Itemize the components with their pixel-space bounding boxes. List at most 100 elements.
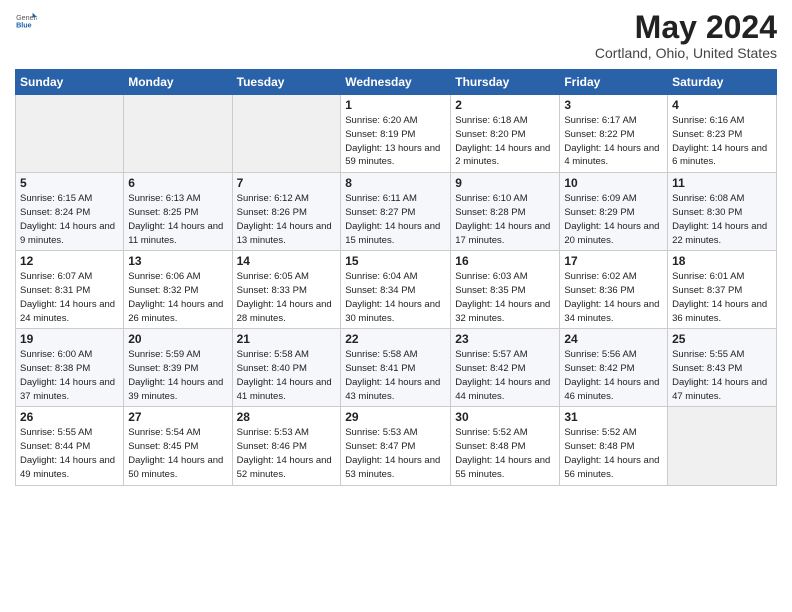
day-number: 18	[672, 254, 772, 268]
day-number: 2	[455, 98, 555, 112]
day-number: 29	[345, 410, 446, 424]
day-number: 27	[128, 410, 227, 424]
day-info: Sunrise: 5:52 AM Sunset: 8:48 PM Dayligh…	[455, 426, 555, 481]
location: Cortland, Ohio, United States	[595, 45, 777, 61]
day-info: Sunrise: 6:05 AM Sunset: 8:33 PM Dayligh…	[237, 270, 337, 325]
day-number: 1	[345, 98, 446, 112]
day-info: Sunrise: 6:15 AM Sunset: 8:24 PM Dayligh…	[20, 192, 119, 247]
calendar-cell: 25 Sunrise: 5:55 AM Sunset: 8:43 PM Dayli…	[668, 329, 777, 407]
day-info: Sunrise: 5:56 AM Sunset: 8:42 PM Dayligh…	[564, 348, 663, 403]
day-number: 24	[564, 332, 663, 346]
calendar-cell	[668, 407, 777, 485]
day-info: Sunrise: 6:09 AM Sunset: 8:29 PM Dayligh…	[564, 192, 663, 247]
calendar-week-4: 19 Sunrise: 6:00 AM Sunset: 8:38 PM Dayli…	[16, 329, 777, 407]
day-number: 26	[20, 410, 119, 424]
calendar-cell: 19 Sunrise: 6:00 AM Sunset: 8:38 PM Dayli…	[16, 329, 124, 407]
day-info: Sunrise: 6:16 AM Sunset: 8:23 PM Dayligh…	[672, 114, 772, 169]
day-number: 21	[237, 332, 337, 346]
day-info: Sunrise: 6:20 AM Sunset: 8:19 PM Dayligh…	[345, 114, 446, 169]
day-info: Sunrise: 5:58 AM Sunset: 8:40 PM Dayligh…	[237, 348, 337, 403]
calendar-header-monday: Monday	[124, 70, 232, 95]
day-info: Sunrise: 5:55 AM Sunset: 8:44 PM Dayligh…	[20, 426, 119, 481]
calendar-cell: 9Sunrise: 6:10 AM Sunset: 8:28 PM Daylig…	[451, 173, 560, 251]
day-number: 17	[564, 254, 663, 268]
calendar-cell	[16, 95, 124, 173]
calendar-week-2: 5 Sunrise: 6:15 AM Sunset: 8:24 PM Daylig…	[16, 173, 777, 251]
calendar-cell: 15Sunrise: 6:04 AM Sunset: 8:34 PM Dayli…	[341, 251, 451, 329]
day-number: 25	[672, 332, 772, 346]
day-number: 16	[455, 254, 555, 268]
day-info: Sunrise: 5:53 AM Sunset: 8:46 PM Dayligh…	[237, 426, 337, 481]
page: General Blue May 2024 Cortland, Ohio, Un…	[0, 0, 792, 612]
calendar-week-3: 12 Sunrise: 6:07 AM Sunset: 8:31 PM Dayli…	[16, 251, 777, 329]
calendar-cell: 18Sunrise: 6:01 AM Sunset: 8:37 PM Dayli…	[668, 251, 777, 329]
day-info: Sunrise: 5:55 AM Sunset: 8:43 PM Dayligh…	[672, 348, 772, 403]
month-title: May 2024	[595, 10, 777, 45]
day-info: Sunrise: 5:57 AM Sunset: 8:42 PM Dayligh…	[455, 348, 555, 403]
title-block: May 2024 Cortland, Ohio, United States	[595, 10, 777, 61]
calendar-cell: 30Sunrise: 5:52 AM Sunset: 8:48 PM Dayli…	[451, 407, 560, 485]
day-info: Sunrise: 5:54 AM Sunset: 8:45 PM Dayligh…	[128, 426, 227, 481]
day-info: Sunrise: 6:17 AM Sunset: 8:22 PM Dayligh…	[564, 114, 663, 169]
day-number: 23	[455, 332, 555, 346]
calendar-cell: 4 Sunrise: 6:16 AM Sunset: 8:23 PM Daylig…	[668, 95, 777, 173]
day-info: Sunrise: 5:58 AM Sunset: 8:41 PM Dayligh…	[345, 348, 446, 403]
logo: General Blue	[15, 10, 37, 32]
calendar-cell	[232, 95, 341, 173]
calendar-week-5: 26 Sunrise: 5:55 AM Sunset: 8:44 PM Dayli…	[16, 407, 777, 485]
day-info: Sunrise: 6:12 AM Sunset: 8:26 PM Dayligh…	[237, 192, 337, 247]
calendar-cell: 23 Sunrise: 5:57 AM Sunset: 8:42 PM Dayli…	[451, 329, 560, 407]
day-number: 7	[237, 176, 337, 190]
calendar-header-sunday: Sunday	[16, 70, 124, 95]
day-number: 15	[345, 254, 446, 268]
calendar-cell: 12 Sunrise: 6:07 AM Sunset: 8:31 PM Dayli…	[16, 251, 124, 329]
calendar-header-tuesday: Tuesday	[232, 70, 341, 95]
calendar-cell: 6 Sunrise: 6:13 AM Sunset: 8:25 PM Daylig…	[124, 173, 232, 251]
calendar-cell: 7 Sunrise: 6:12 AM Sunset: 8:26 PM Daylig…	[232, 173, 341, 251]
day-number: 3	[564, 98, 663, 112]
calendar-cell: 1 Sunrise: 6:20 AM Sunset: 8:19 PM Daylig…	[341, 95, 451, 173]
calendar-cell: 17Sunrise: 6:02 AM Sunset: 8:36 PM Dayli…	[560, 251, 668, 329]
calendar: SundayMondayTuesdayWednesdayThursdayFrid…	[15, 69, 777, 485]
calendar-cell: 29 Sunrise: 5:53 AM Sunset: 8:47 PM Dayli…	[341, 407, 451, 485]
calendar-cell: 20 Sunrise: 5:59 AM Sunset: 8:39 PM Dayli…	[124, 329, 232, 407]
calendar-cell: 21 Sunrise: 5:58 AM Sunset: 8:40 PM Dayli…	[232, 329, 341, 407]
day-number: 19	[20, 332, 119, 346]
day-info: Sunrise: 6:00 AM Sunset: 8:38 PM Dayligh…	[20, 348, 119, 403]
calendar-cell: 5 Sunrise: 6:15 AM Sunset: 8:24 PM Daylig…	[16, 173, 124, 251]
calendar-cell: 24 Sunrise: 5:56 AM Sunset: 8:42 PM Dayli…	[560, 329, 668, 407]
calendar-header-row: SundayMondayTuesdayWednesdayThursdayFrid…	[16, 70, 777, 95]
day-info: Sunrise: 6:03 AM Sunset: 8:35 PM Dayligh…	[455, 270, 555, 325]
day-number: 4	[672, 98, 772, 112]
day-info: Sunrise: 5:52 AM Sunset: 8:48 PM Dayligh…	[564, 426, 663, 481]
day-number: 9	[455, 176, 555, 190]
day-info: Sunrise: 6:13 AM Sunset: 8:25 PM Dayligh…	[128, 192, 227, 247]
calendar-cell: 27 Sunrise: 5:54 AM Sunset: 8:45 PM Dayli…	[124, 407, 232, 485]
day-info: Sunrise: 6:06 AM Sunset: 8:32 PM Dayligh…	[128, 270, 227, 325]
day-info: Sunrise: 6:18 AM Sunset: 8:20 PM Dayligh…	[455, 114, 555, 169]
calendar-cell	[124, 95, 232, 173]
calendar-header-saturday: Saturday	[668, 70, 777, 95]
calendar-cell: 8Sunrise: 6:11 AM Sunset: 8:27 PM Daylig…	[341, 173, 451, 251]
day-number: 14	[237, 254, 337, 268]
day-info: Sunrise: 6:07 AM Sunset: 8:31 PM Dayligh…	[20, 270, 119, 325]
calendar-cell: 14 Sunrise: 6:05 AM Sunset: 8:33 PM Dayli…	[232, 251, 341, 329]
calendar-cell: 28 Sunrise: 5:53 AM Sunset: 8:46 PM Dayli…	[232, 407, 341, 485]
calendar-header-wednesday: Wednesday	[341, 70, 451, 95]
calendar-cell: 2 Sunrise: 6:18 AM Sunset: 8:20 PM Daylig…	[451, 95, 560, 173]
day-info: Sunrise: 6:08 AM Sunset: 8:30 PM Dayligh…	[672, 192, 772, 247]
day-number: 31	[564, 410, 663, 424]
calendar-cell: 26 Sunrise: 5:55 AM Sunset: 8:44 PM Dayli…	[16, 407, 124, 485]
day-number: 5	[20, 176, 119, 190]
day-info: Sunrise: 5:53 AM Sunset: 8:47 PM Dayligh…	[345, 426, 446, 481]
logo-icon: General Blue	[15, 10, 37, 32]
day-number: 28	[237, 410, 337, 424]
day-number: 12	[20, 254, 119, 268]
calendar-cell: 13Sunrise: 6:06 AM Sunset: 8:32 PM Dayli…	[124, 251, 232, 329]
calendar-cell: 11 Sunrise: 6:08 AM Sunset: 8:30 PM Dayli…	[668, 173, 777, 251]
day-info: Sunrise: 5:59 AM Sunset: 8:39 PM Dayligh…	[128, 348, 227, 403]
day-number: 20	[128, 332, 227, 346]
day-number: 11	[672, 176, 772, 190]
day-number: 10	[564, 176, 663, 190]
day-number: 6	[128, 176, 227, 190]
